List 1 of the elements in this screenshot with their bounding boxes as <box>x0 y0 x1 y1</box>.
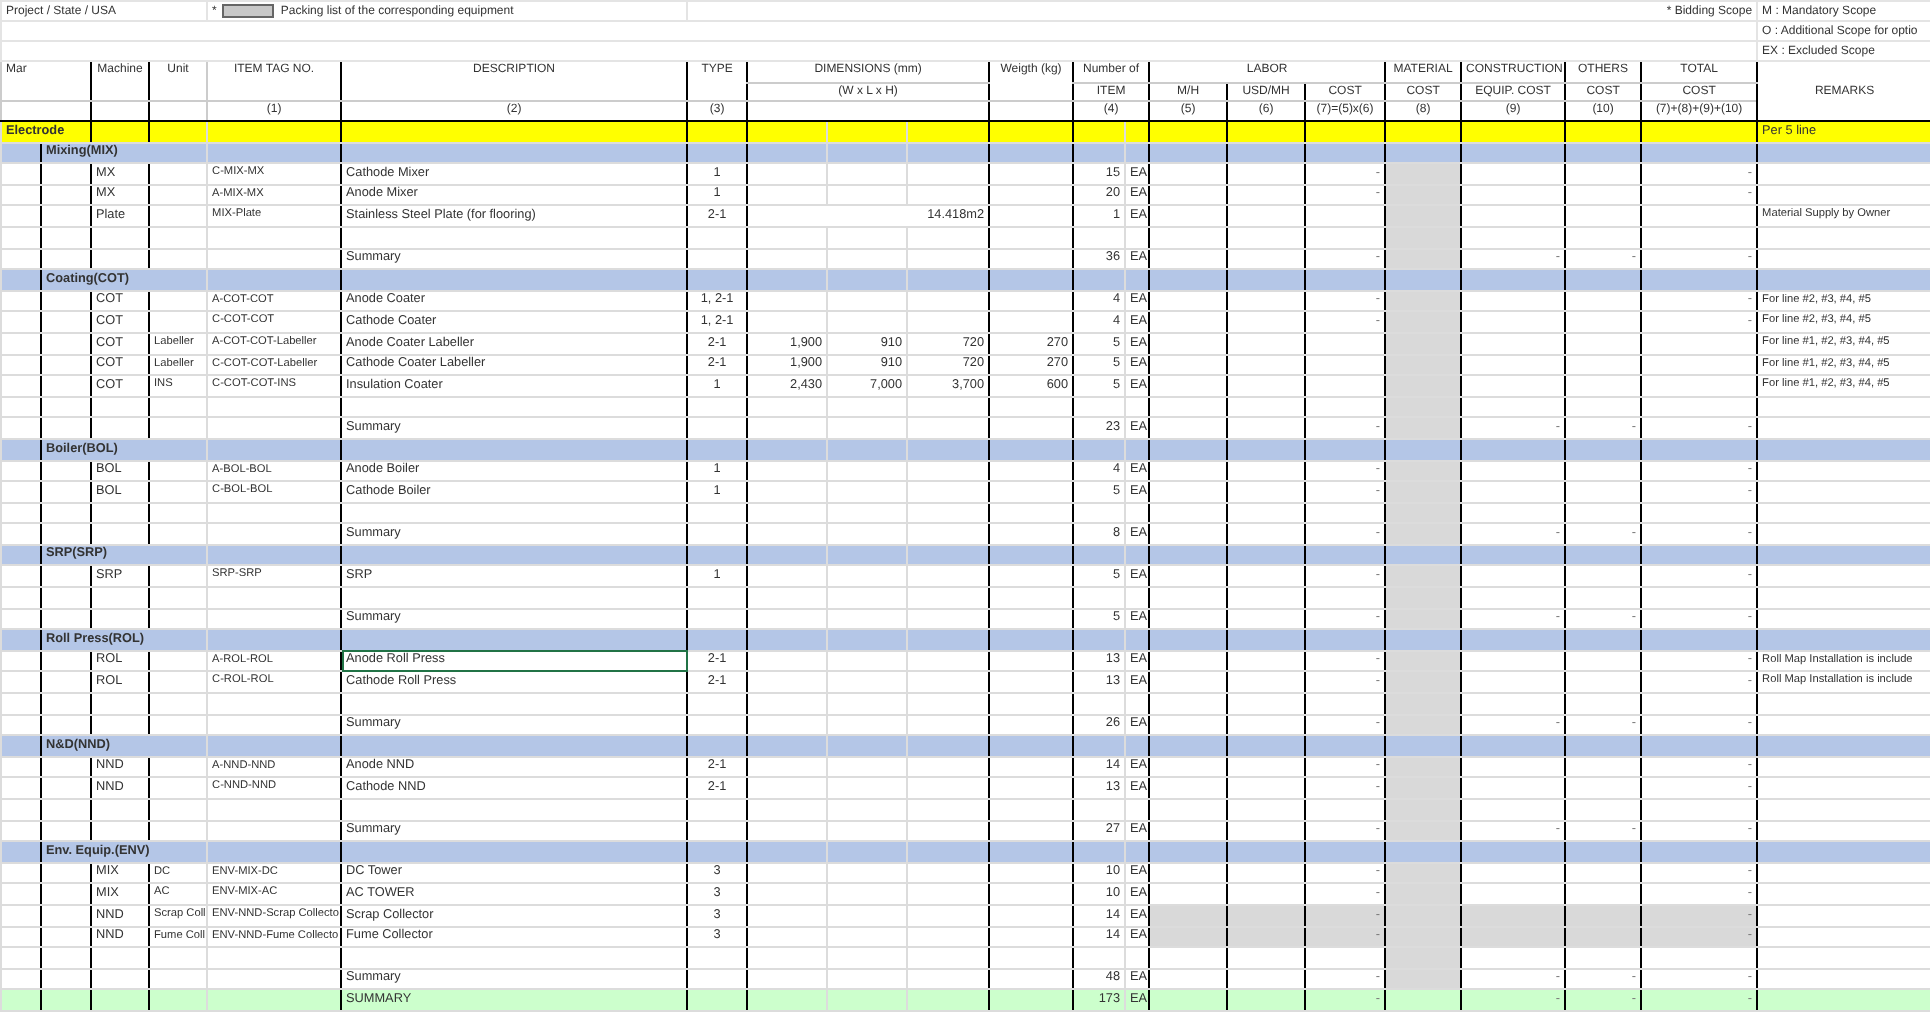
legend-swatch <box>222 4 275 18</box>
